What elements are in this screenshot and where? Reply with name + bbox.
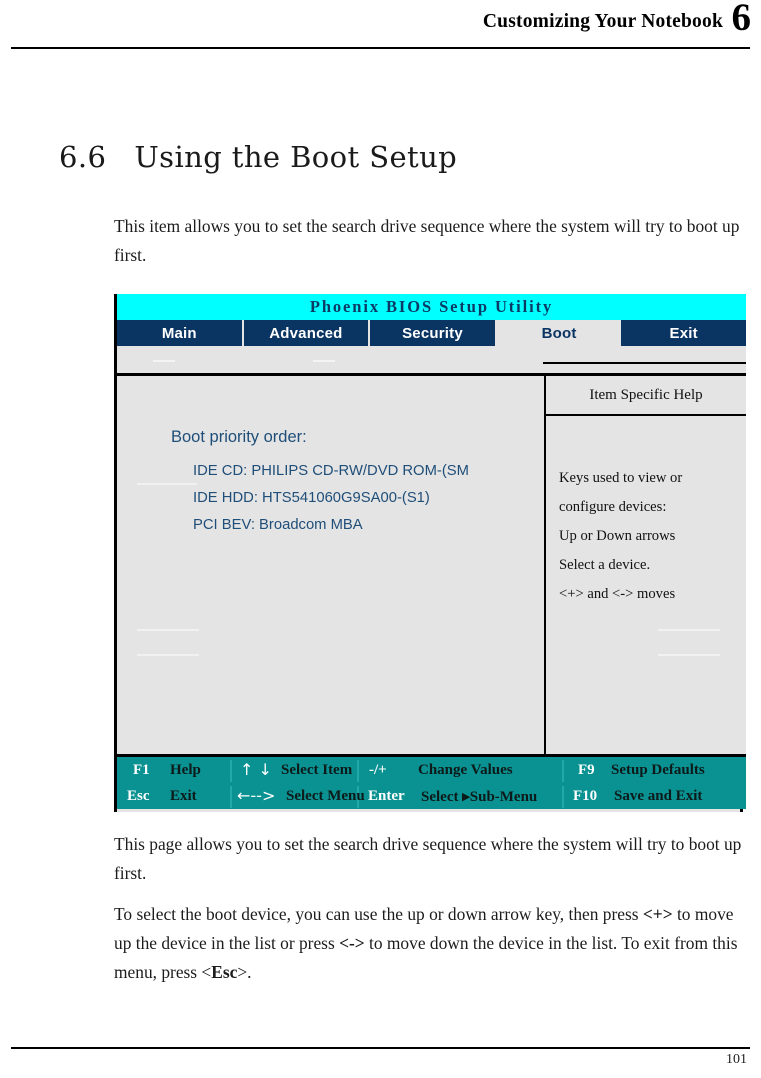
fkey-enter[interactable]: Enter — [368, 788, 405, 805]
fkey-save-and-exit-text: Save and Exit — [614, 787, 703, 804]
fkey-esc[interactable]: Esc — [127, 788, 150, 805]
section-number: 6.6 — [59, 140, 107, 174]
boot-list-item[interactable]: IDE HDD: HTS541060G9SA00-(S1) — [193, 485, 538, 512]
bios-tab-underline — [543, 362, 746, 364]
bios-left-pane: Boot priority order: IDE CD: PHILIPS CD-… — [117, 376, 544, 754]
footer-divider — [11, 1047, 750, 1049]
para2-part4: >. — [237, 962, 252, 982]
para2-key-minus: <-> — [339, 933, 365, 953]
help-title-divider — [546, 414, 746, 416]
fkey-esc-key: Esc — [127, 787, 150, 804]
fkey-minus-plus[interactable]: -/+ — [369, 762, 387, 779]
fkey-change-values-text: Change Values — [418, 761, 513, 778]
fkey-f1-help[interactable]: F1 — [133, 762, 150, 779]
help-line: Up or Down arrows — [559, 528, 676, 544]
item-specific-help-title: Item Specific Help — [589, 386, 703, 403]
fkey-change-values-label[interactable]: Change Values — [418, 762, 513, 779]
tab-advanced[interactable]: Advanced — [244, 320, 371, 346]
running-title: Customizing Your Notebook — [482, 11, 723, 32]
fkey-save-and-exit-label[interactable]: Save and Exit — [614, 788, 702, 805]
fkey-f1-help-label[interactable]: Help — [170, 762, 201, 779]
fkey-f1-key: F1 — [133, 761, 150, 778]
boot-list-item[interactable]: IDE CD: PHILIPS CD-RW/DVD ROM-(SM — [193, 458, 538, 485]
fkey-help-label: Help — [170, 761, 201, 778]
fkey-select-item-label[interactable]: Select Item — [281, 762, 352, 779]
para2-part1: To select the boot device, you can use t… — [114, 904, 643, 924]
intro-paragraph: This item allows you to set the search d… — [114, 216, 740, 265]
page-header: Customizing Your Notebook 6 — [0, 0, 761, 49]
tab-main-label: Main — [161, 324, 197, 342]
para2-key-plus: <+> — [642, 904, 673, 924]
body-paragraph-2: To select the boot device, you can use t… — [114, 900, 753, 987]
fkey-enter-key: Enter — [368, 787, 405, 804]
scan-artifact — [153, 360, 175, 362]
fkey-f9-key: F9 — [578, 761, 595, 778]
item-specific-help-text: Keys used to view or configure devices: … — [559, 464, 744, 609]
tab-main[interactable]: Main — [117, 320, 244, 346]
para2-key-esc: Esc — [211, 962, 238, 982]
tab-boot-label: Boot — [541, 324, 577, 342]
fkey-select-submenu-text: Select ▸Sub-Menu — [421, 788, 538, 805]
page-number: 101 — [726, 1052, 747, 1067]
bios-content-area: Boot priority order: IDE CD: PHILIPS CD-… — [117, 376, 746, 754]
help-line: <+> and <-> moves — [559, 586, 676, 602]
body-paragraph-1: This page allows you to set the search d… — [114, 834, 742, 883]
bios-title-text: Phoenix BIOS Setup Utility — [309, 297, 554, 316]
chapter-number: 6 — [731, 0, 752, 39]
tab-exit-label: Exit — [669, 324, 698, 342]
fkey-f9[interactable]: F9 — [578, 762, 595, 779]
scan-artifact — [658, 629, 720, 631]
fkeybar-row-1: F1 Help ↑ ↓ Select Item -/+ Change Value… — [117, 757, 746, 783]
left-right-arrow-icon: ←--> — [237, 786, 276, 805]
bios-setup-screenshot: Phoenix BIOS Setup Utility Main Advanced… — [114, 294, 746, 812]
help-line: Keys used to view or — [559, 470, 683, 486]
fkey-select-item-text: Select Item — [281, 761, 353, 778]
bios-tab-underline-strip — [117, 346, 746, 373]
boot-list-item[interactable]: PCI BEV: Broadcom MBA — [193, 512, 538, 539]
fkey-exit-text: Exit — [170, 787, 197, 804]
tab-security-label: Security — [402, 324, 463, 342]
bios-help-pane: Item Specific Help Keys used to view or … — [546, 376, 746, 754]
bios-title-bar: Phoenix BIOS Setup Utility — [117, 294, 746, 320]
fkey-select-submenu-label[interactable]: Select ▸Sub-Menu — [421, 787, 537, 806]
help-line: configure devices: — [559, 499, 667, 515]
bios-tab-row: Main Advanced Security Boot Exit — [117, 320, 746, 346]
tab-exit[interactable]: Exit — [621, 320, 746, 346]
fkeybar-row-2: Esc Exit ←--> Select Menu Enter Select ▸… — [117, 783, 746, 809]
boot-priority-order-label: Boot priority order: — [171, 428, 307, 446]
tab-advanced-label: Advanced — [269, 324, 343, 342]
section-title: Using the Boot Setup — [134, 140, 458, 174]
fkey-leftright-arrows[interactable]: ←--> — [237, 788, 275, 804]
fkey-setup-defaults-text: Setup Defaults — [611, 761, 705, 778]
fkey-setup-defaults-label[interactable]: Setup Defaults — [611, 762, 705, 779]
fkey-select-menu-text: Select Menu — [286, 787, 365, 804]
fkey-f10[interactable]: F10 — [573, 788, 597, 805]
fkey-f10-key: F10 — [573, 787, 598, 804]
scan-artifact — [313, 360, 335, 362]
header-divider — [11, 47, 750, 49]
help-line: Select a device. — [559, 557, 651, 573]
scan-artifact — [658, 654, 720, 656]
scan-artifact — [137, 483, 197, 485]
tab-security[interactable]: Security — [370, 320, 497, 346]
section-heading: 6.6 Using the Boot Setup — [59, 140, 457, 174]
tab-boot[interactable]: Boot — [496, 320, 622, 346]
fkey-updown-arrows[interactable]: ↑ ↓ — [240, 762, 272, 778]
fkey-minus-plus-key: -/+ — [369, 761, 387, 778]
scan-artifact — [137, 654, 199, 656]
bios-function-key-bar: F1 Help ↑ ↓ Select Item -/+ Change Value… — [117, 757, 746, 809]
scan-artifact — [137, 629, 199, 631]
fkey-select-menu-label[interactable]: Select Menu — [286, 788, 365, 805]
fkey-exit-label[interactable]: Exit — [170, 788, 197, 805]
boot-priority-list[interactable]: IDE CD: PHILIPS CD-RW/DVD ROM-(SM IDE HD… — [193, 458, 538, 539]
up-down-arrow-icon: ↑ ↓ — [240, 760, 272, 779]
